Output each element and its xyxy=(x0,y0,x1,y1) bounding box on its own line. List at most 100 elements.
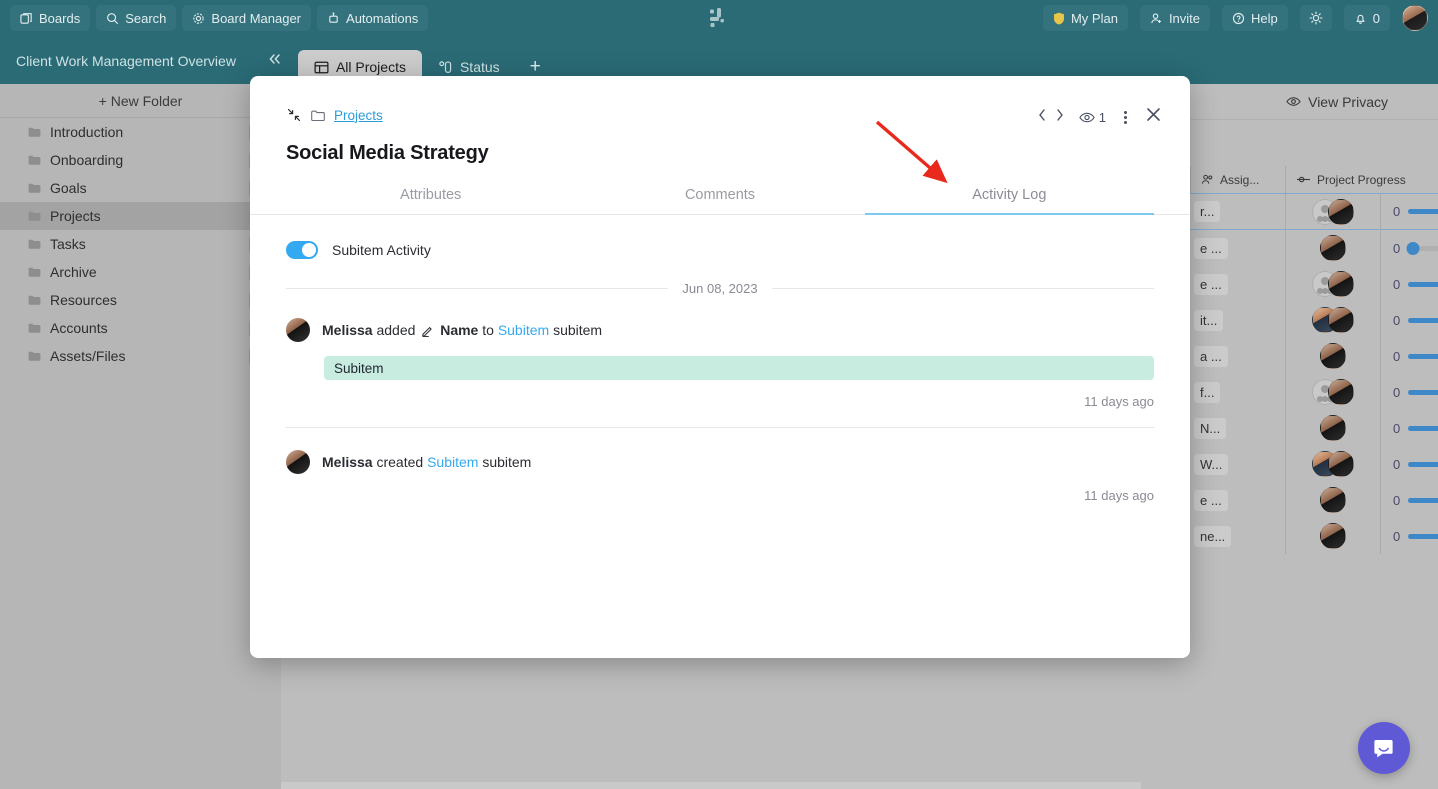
row-assignee-cell[interactable] xyxy=(1285,338,1380,374)
row-progress-cell[interactable]: 0 xyxy=(1380,374,1438,410)
row-progress-cell[interactable]: 0 xyxy=(1380,193,1438,230)
notifications-button[interactable]: 0 xyxy=(1343,5,1390,31)
row-progress-cell[interactable]: 0 xyxy=(1380,446,1438,482)
sidebar-item-assets-files[interactable]: Assets/Files7 xyxy=(0,342,281,370)
collapse-arrows-icon[interactable] xyxy=(286,107,302,123)
tab-comments[interactable]: Comments xyxy=(575,187,864,214)
row-name-cell[interactable]: e ... xyxy=(1190,266,1285,302)
row-assignee-cell[interactable] xyxy=(1285,446,1380,482)
row-progress-cell[interactable]: 0 xyxy=(1380,230,1438,266)
progress-slider[interactable] xyxy=(1408,353,1438,359)
avatar[interactable] xyxy=(1328,451,1354,477)
row-assignee-cell[interactable] xyxy=(1285,410,1380,446)
row-progress-cell[interactable]: 0 xyxy=(1380,518,1438,554)
app-logo-icon[interactable] xyxy=(707,6,731,30)
avatar[interactable] xyxy=(1320,235,1346,261)
sidebar-item-resources[interactable]: Resources5 xyxy=(0,286,281,314)
my-plan-button[interactable]: My Plan xyxy=(1042,5,1128,31)
sidebar-item-accounts[interactable]: Accounts7 xyxy=(0,314,281,342)
viewers-indicator[interactable]: 1 xyxy=(1079,110,1106,125)
nav-boards-button[interactable]: Boards xyxy=(10,5,91,31)
avatar[interactable] xyxy=(1328,271,1354,297)
table-row[interactable]: a ... 0 xyxy=(1190,338,1438,374)
row-assignee-cell[interactable] xyxy=(1285,518,1380,554)
breadcrumb-link-projects[interactable]: Projects xyxy=(334,108,383,123)
row-assignee-cell[interactable] xyxy=(1285,230,1380,266)
subitem-activity-toggle[interactable] xyxy=(286,241,318,259)
table-row[interactable]: r... 0 xyxy=(1190,193,1438,230)
progress-slider[interactable] xyxy=(1408,425,1438,431)
invite-button[interactable]: Invite xyxy=(1139,5,1211,31)
nav-automations-button[interactable]: Automations xyxy=(317,5,429,31)
help-button[interactable]: Help xyxy=(1222,5,1288,31)
progress-slider[interactable] xyxy=(1408,497,1438,503)
column-header-project-progress[interactable]: Project Progress xyxy=(1285,166,1438,193)
row-assignee-cell[interactable] xyxy=(1285,193,1380,230)
row-progress-cell[interactable]: 0 xyxy=(1380,482,1438,518)
sidebar-item-tasks[interactable]: Tasks22 xyxy=(0,230,281,258)
avatar[interactable] xyxy=(1328,198,1354,225)
activity-subitem-link[interactable]: Subitem xyxy=(427,454,478,470)
progress-slider[interactable] xyxy=(1408,317,1438,323)
avatar[interactable] xyxy=(1320,415,1346,441)
avatar[interactable] xyxy=(286,450,310,474)
sidebar-item-goals[interactable]: Goals8 xyxy=(0,174,281,202)
prev-item-button[interactable] xyxy=(1037,108,1048,127)
progress-slider[interactable] xyxy=(1406,241,1438,255)
next-item-button[interactable] xyxy=(1054,108,1065,127)
new-folder-button[interactable]: + New Folder xyxy=(0,84,281,118)
row-name-cell[interactable]: N... xyxy=(1190,410,1285,446)
progress-slider[interactable] xyxy=(1408,461,1438,467)
table-row[interactable]: it... 0 xyxy=(1190,302,1438,338)
row-name-cell[interactable]: e ... xyxy=(1190,482,1285,518)
table-row[interactable]: ne... 0 xyxy=(1190,518,1438,554)
avatar[interactable] xyxy=(1320,523,1346,549)
table-row[interactable]: W... 0 xyxy=(1190,446,1438,482)
row-progress-cell[interactable]: 0 xyxy=(1380,266,1438,302)
row-progress-cell[interactable]: 0 xyxy=(1380,302,1438,338)
table-row[interactable]: e ... 0 xyxy=(1190,266,1438,302)
tab-attributes[interactable]: Attributes xyxy=(286,187,575,214)
chat-launcher-button[interactable] xyxy=(1358,722,1410,774)
horizontal-scrollbar[interactable] xyxy=(281,782,1141,789)
tab-activity-log[interactable]: Activity Log xyxy=(864,187,1155,215)
progress-slider[interactable] xyxy=(1408,281,1438,287)
sidebar-item-archive[interactable]: Archive4 xyxy=(0,258,281,286)
row-assignee-cell[interactable] xyxy=(1285,374,1380,410)
avatar[interactable] xyxy=(1402,5,1428,31)
theme-toggle-button[interactable] xyxy=(1299,5,1332,31)
progress-slider[interactable] xyxy=(1408,389,1438,395)
nav-board-manager-button[interactable]: Board Manager xyxy=(182,5,312,31)
row-assignee-cell[interactable] xyxy=(1285,302,1380,338)
avatar[interactable] xyxy=(1320,487,1346,513)
progress-slider[interactable] xyxy=(1408,209,1438,214)
row-assignee-cell[interactable] xyxy=(1285,266,1380,302)
row-progress-cell[interactable]: 0 xyxy=(1380,338,1438,374)
row-name-cell[interactable]: e ... xyxy=(1190,230,1285,266)
nav-search-button[interactable]: Search xyxy=(96,5,177,31)
progress-slider[interactable] xyxy=(1408,533,1438,539)
row-name-cell[interactable]: r... xyxy=(1190,194,1285,230)
column-header-assignee[interactable]: Assig... xyxy=(1190,166,1285,193)
row-name-cell[interactable]: f... xyxy=(1190,374,1285,410)
avatar[interactable] xyxy=(286,318,310,342)
progress-knob[interactable] xyxy=(1406,241,1420,255)
table-row[interactable]: f... 0 xyxy=(1190,374,1438,410)
sidebar-item-projects[interactable]: Projects10 xyxy=(0,202,281,230)
row-name-cell[interactable]: W... xyxy=(1190,446,1285,482)
table-row[interactable]: N... 0 xyxy=(1190,410,1438,446)
table-row[interactable]: e ... 0 xyxy=(1190,230,1438,266)
row-progress-cell[interactable]: 0 xyxy=(1380,410,1438,446)
view-privacy-button[interactable]: View Privacy xyxy=(1286,94,1388,110)
table-row[interactable]: e ... 0 xyxy=(1190,482,1438,518)
avatar[interactable] xyxy=(1328,379,1354,405)
sidebar-item-introduction[interactable]: Introduction12 xyxy=(0,118,281,146)
avatar[interactable] xyxy=(1320,343,1346,369)
close-button[interactable] xyxy=(1145,106,1162,128)
row-assignee-cell[interactable] xyxy=(1285,482,1380,518)
row-name-cell[interactable]: a ... xyxy=(1190,338,1285,374)
avatar[interactable] xyxy=(1328,307,1354,333)
sidebar-item-onboarding[interactable]: Onboarding14 xyxy=(0,146,281,174)
activity-subitem-link[interactable]: Subitem xyxy=(498,322,549,338)
row-name-cell[interactable]: ne... xyxy=(1190,518,1285,554)
